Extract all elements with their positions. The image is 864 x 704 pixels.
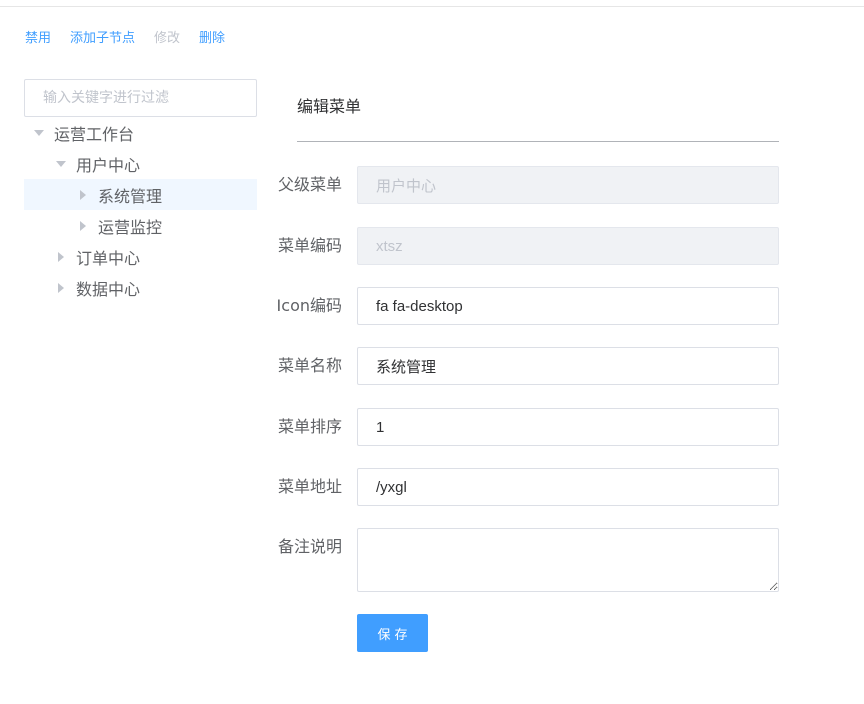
menu-code-field xyxy=(357,227,779,265)
caret-right-icon[interactable] xyxy=(80,189,86,200)
caret-right-icon[interactable] xyxy=(58,251,64,262)
tree-node-system-management[interactable]: 系统管理 xyxy=(24,179,257,210)
tree-node-label: 订单中心 xyxy=(76,248,141,268)
remark-textarea[interactable] xyxy=(357,528,779,592)
form-row-parent-menu: 父级菜单 xyxy=(272,166,779,204)
delete-button[interactable]: 删除 xyxy=(199,27,225,46)
save-button[interactable]: 保存 xyxy=(357,614,428,652)
form-title-divider xyxy=(297,141,779,142)
caret-right-icon[interactable] xyxy=(58,282,64,293)
form-row-menu-name: 菜单名称 xyxy=(272,347,779,385)
remark-label: 备注说明 xyxy=(277,537,342,556)
tree-node-data-center[interactable]: 数据中心 xyxy=(24,272,257,303)
tree-node-label: 数据中心 xyxy=(76,279,141,299)
form-row-menu-order: 菜单排序 xyxy=(272,408,779,446)
menu-order-field[interactable] xyxy=(357,408,779,446)
form-row-menu-code: 菜单编码 xyxy=(272,227,779,265)
form-row-menu-url: 菜单地址 xyxy=(272,468,779,506)
disable-button[interactable]: 禁用 xyxy=(25,27,51,46)
menu-url-label: 菜单地址 xyxy=(277,477,342,496)
tree-node-label: 运营工作台 xyxy=(54,124,135,144)
icon-code-field[interactable] xyxy=(357,287,779,325)
icon-code-label: Icon编码 xyxy=(276,296,342,315)
tree-node-user-center[interactable]: 用户中心 xyxy=(24,148,257,179)
form-title: 编辑菜单 xyxy=(297,97,362,116)
parent-menu-label: 父级菜单 xyxy=(277,175,342,194)
parent-menu-field xyxy=(357,166,779,204)
add-child-node-button[interactable]: 添加子节点 xyxy=(70,27,135,46)
top-divider xyxy=(0,6,864,7)
caret-right-icon[interactable] xyxy=(80,220,86,231)
tree-node-operations-monitoring[interactable]: 运营监控 xyxy=(24,210,257,241)
tree-node-order-center[interactable]: 订单中心 xyxy=(24,241,257,272)
menu-url-field[interactable] xyxy=(357,468,779,506)
menu-order-label: 菜单排序 xyxy=(277,417,342,436)
menu-name-field[interactable] xyxy=(357,347,779,385)
menu-tree: 运营工作台 用户中心 系统管理 运营监控 订单中心 数据中心 xyxy=(24,117,257,303)
tree-node-label: 系统管理 xyxy=(98,186,163,206)
caret-down-icon[interactable] xyxy=(34,129,44,136)
form-row-remark: 备注说明 xyxy=(272,528,779,592)
tree-node-operations-workbench[interactable]: 运营工作台 xyxy=(24,117,257,148)
tree-node-label: 用户中心 xyxy=(76,155,141,175)
edit-button: 修改 xyxy=(154,30,181,46)
form-row-icon-code: Icon编码 xyxy=(272,287,779,325)
tree-node-label: 运营监控 xyxy=(98,217,163,237)
toolbar: 禁用 添加子节点 修改 删除 xyxy=(25,27,244,46)
caret-down-icon[interactable] xyxy=(56,160,66,167)
menu-code-label: 菜单编码 xyxy=(277,236,342,255)
menu-name-label: 菜单名称 xyxy=(277,356,342,375)
tree-filter-input[interactable] xyxy=(24,79,257,117)
